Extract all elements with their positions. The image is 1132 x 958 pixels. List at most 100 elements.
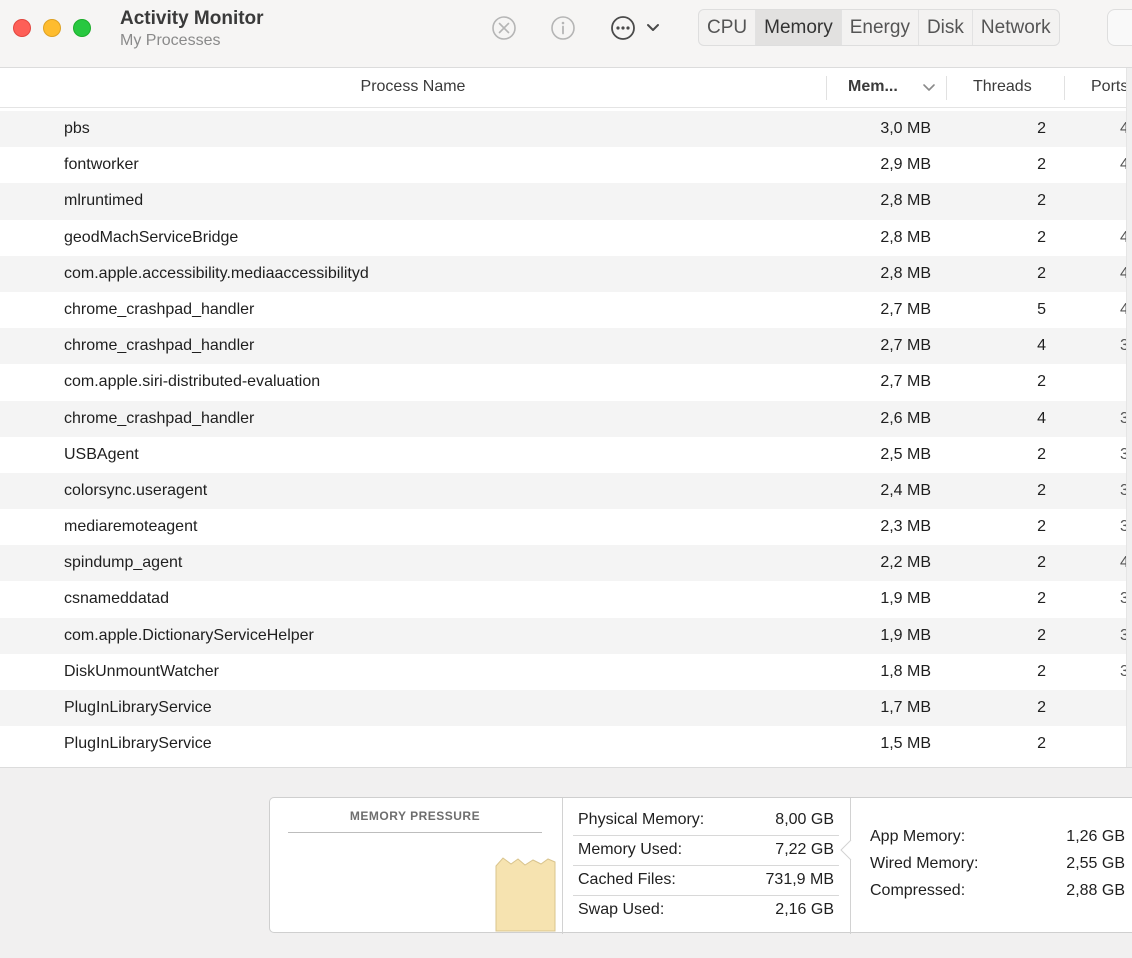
process-memory: 2,8 MB — [880, 264, 931, 282]
stop-process-icon[interactable] — [491, 15, 517, 41]
tab-disk[interactable]: Disk — [919, 10, 973, 45]
process-name: chrome_crashpad_handler — [64, 337, 255, 355]
table-row[interactable]: mediaremoteagent 2,3 MB 2 3 — [0, 509, 1129, 545]
window-title: Activity Monitor — [120, 8, 264, 29]
process-memory: 2,9 MB — [880, 156, 931, 174]
process-name: PlugInLibraryService — [64, 735, 212, 753]
memory-stat-row: Memory Used: 7,22 GB — [578, 835, 834, 865]
memory-stat-row: Cached Files: 731,9 MB — [578, 865, 834, 895]
panel-divider — [562, 798, 563, 934]
process-memory: 2,8 MB — [880, 192, 931, 210]
process-memory: 2,8 MB — [880, 228, 931, 246]
panel-pointer-notch — [840, 840, 852, 860]
process-threads: 2 — [1037, 481, 1046, 499]
process-threads: 2 — [1037, 156, 1046, 174]
column-header-memory[interactable]: Mem... — [848, 68, 898, 108]
vertical-scrollbar[interactable] — [1126, 68, 1132, 768]
table-row[interactable]: chrome_crashpad_handler 2,7 MB 5 4 — [0, 292, 1129, 328]
process-threads: 2 — [1037, 699, 1046, 716]
window-subtitle: My Processes — [120, 32, 221, 49]
memory-pressure-graph — [495, 857, 556, 932]
table-row[interactable]: PlugInLibraryService 1,7 MB 2 — [0, 690, 1126, 727]
table-row[interactable]: com.apple.DictionaryServiceHelper 1,9 MB 2… — [0, 617, 1129, 654]
process-threads: 2 — [1037, 590, 1046, 608]
process-threads: 2 — [1037, 626, 1046, 644]
process-threads: 2 — [1037, 192, 1046, 210]
process-threads: 2 — [1037, 554, 1046, 572]
process-name: chrome_crashpad_handler — [64, 300, 255, 318]
zoom-window-button[interactable] — [73, 19, 91, 37]
memory-breakdown-label: Wired Memory: — [870, 855, 979, 872]
table-row[interactable]: csnameddatad 1,9 MB 2 3 — [0, 581, 1129, 617]
table-row[interactable]: chrome_crashpad_handler 2,7 MB 4 3 — [0, 328, 1129, 365]
column-separator[interactable] — [946, 76, 947, 100]
column-header-process-name[interactable]: Process Name — [0, 68, 826, 108]
process-name: DiskUnmountWatcher — [64, 662, 220, 680]
memory-stat-value: 8,00 GB — [775, 811, 834, 828]
process-table: pbs 3,0 MB 2 4 fontworker 2,9 MB 2 4 mlruntimed 2… — [0, 111, 1129, 762]
column-header-threads[interactable]: Threads — [973, 68, 1032, 108]
title-bar: Activity Monitor My Processes CPU Memory… — [0, 0, 1132, 68]
table-row[interactable]: geodMachServiceBridge 2,8 MB 2 4 — [0, 220, 1129, 256]
more-actions-icon[interactable] — [610, 15, 636, 41]
memory-pressure-title: MEMORY PRESSURE — [349, 809, 481, 823]
process-memory: 2,7 MB — [880, 300, 931, 318]
table-row[interactable]: colorsync.useragent 2,4 MB 2 3 — [0, 472, 1129, 510]
tab-energy[interactable]: Energy — [842, 10, 919, 45]
column-header-ports[interactable]: Ports — [1091, 68, 1128, 108]
memory-pressure-divider — [288, 832, 542, 833]
memory-stat-value: 7,22 GB — [775, 841, 834, 858]
memory-stat-label: Memory Used: — [578, 841, 683, 858]
process-threads: 2 — [1037, 445, 1046, 463]
tab-memory[interactable]: Memory — [756, 10, 842, 45]
column-separator[interactable] — [826, 76, 827, 100]
table-row[interactable]: pbs 3,0 MB 2 4 — [0, 111, 1129, 148]
table-row[interactable]: chrome_crashpad_handler 2,6 MB 4 3 — [0, 400, 1129, 437]
process-name: colorsync.useragent — [64, 481, 208, 499]
memory-breakdown-value: 2,88 GB — [1066, 882, 1125, 899]
chevron-down-icon[interactable] — [642, 15, 664, 41]
info-icon[interactable] — [550, 15, 576, 41]
process-memory: 2,7 MB — [880, 373, 931, 391]
process-threads: 2 — [1037, 120, 1046, 137]
memory-breakdown-value: 1,26 GB — [1066, 828, 1125, 845]
table-row[interactable]: mlruntimed 2,8 MB 2 — [0, 183, 1126, 220]
process-memory: 2,7 MB — [880, 337, 931, 355]
close-window-button[interactable] — [13, 19, 31, 37]
process-name: com.apple.accessibility.mediaaccessibili… — [64, 264, 369, 282]
process-memory: 1,9 MB — [880, 626, 931, 644]
process-memory: 2,3 MB — [880, 518, 931, 536]
table-row[interactable]: com.apple.accessibility.mediaaccessibili… — [0, 255, 1129, 292]
memory-stat-value: 731,9 MB — [765, 871, 834, 888]
search-field[interactable] — [1107, 9, 1132, 46]
process-threads: 2 — [1037, 662, 1046, 680]
process-name: mlruntimed — [64, 192, 144, 210]
table-header: Process Name Mem... Threads Ports — [0, 68, 1132, 108]
memory-stat-label: Physical Memory: — [578, 811, 705, 828]
memory-stat-row: Swap Used: 2,16 GB — [578, 895, 834, 925]
panel-divider — [850, 798, 851, 934]
table-row[interactable]: spindump_agent 2,2 MB 2 4 — [0, 545, 1129, 582]
tab-network[interactable]: Network — [973, 10, 1059, 45]
table-row[interactable]: DiskUnmountWatcher 1,8 MB 2 3 — [0, 654, 1129, 690]
minimize-window-button[interactable] — [43, 19, 61, 37]
process-threads: 2 — [1037, 373, 1046, 391]
tab-cpu[interactable]: CPU — [699, 10, 757, 45]
process-name: USBAgent — [64, 445, 139, 463]
process-threads: 2 — [1037, 735, 1046, 753]
process-memory: 1,8 MB — [880, 662, 931, 680]
process-threads: 2 — [1037, 228, 1046, 246]
column-separator[interactable] — [1064, 76, 1065, 100]
process-memory: 2,5 MB — [880, 445, 931, 463]
table-row[interactable]: com.apple.siri-distributed-evaluation 2,7… — [0, 364, 1126, 400]
process-name: spindump_agent — [64, 554, 183, 572]
table-row[interactable]: fontworker 2,9 MB 2 4 — [0, 147, 1129, 183]
memory-breakdown-label: App Memory: — [870, 828, 966, 845]
table-row[interactable]: PlugInLibraryService 1,5 MB 2 — [0, 726, 1126, 762]
memory-stat-row: Physical Memory: 8,00 GB — [578, 805, 834, 835]
table-row[interactable]: USBAgent 2,5 MB 2 3 — [0, 437, 1129, 473]
memory-breakdown-label: Compressed: — [870, 882, 966, 899]
process-memory: 1,9 MB — [880, 590, 931, 608]
memory-stat-label: Swap Used: — [578, 901, 665, 918]
process-threads: 2 — [1037, 518, 1046, 536]
